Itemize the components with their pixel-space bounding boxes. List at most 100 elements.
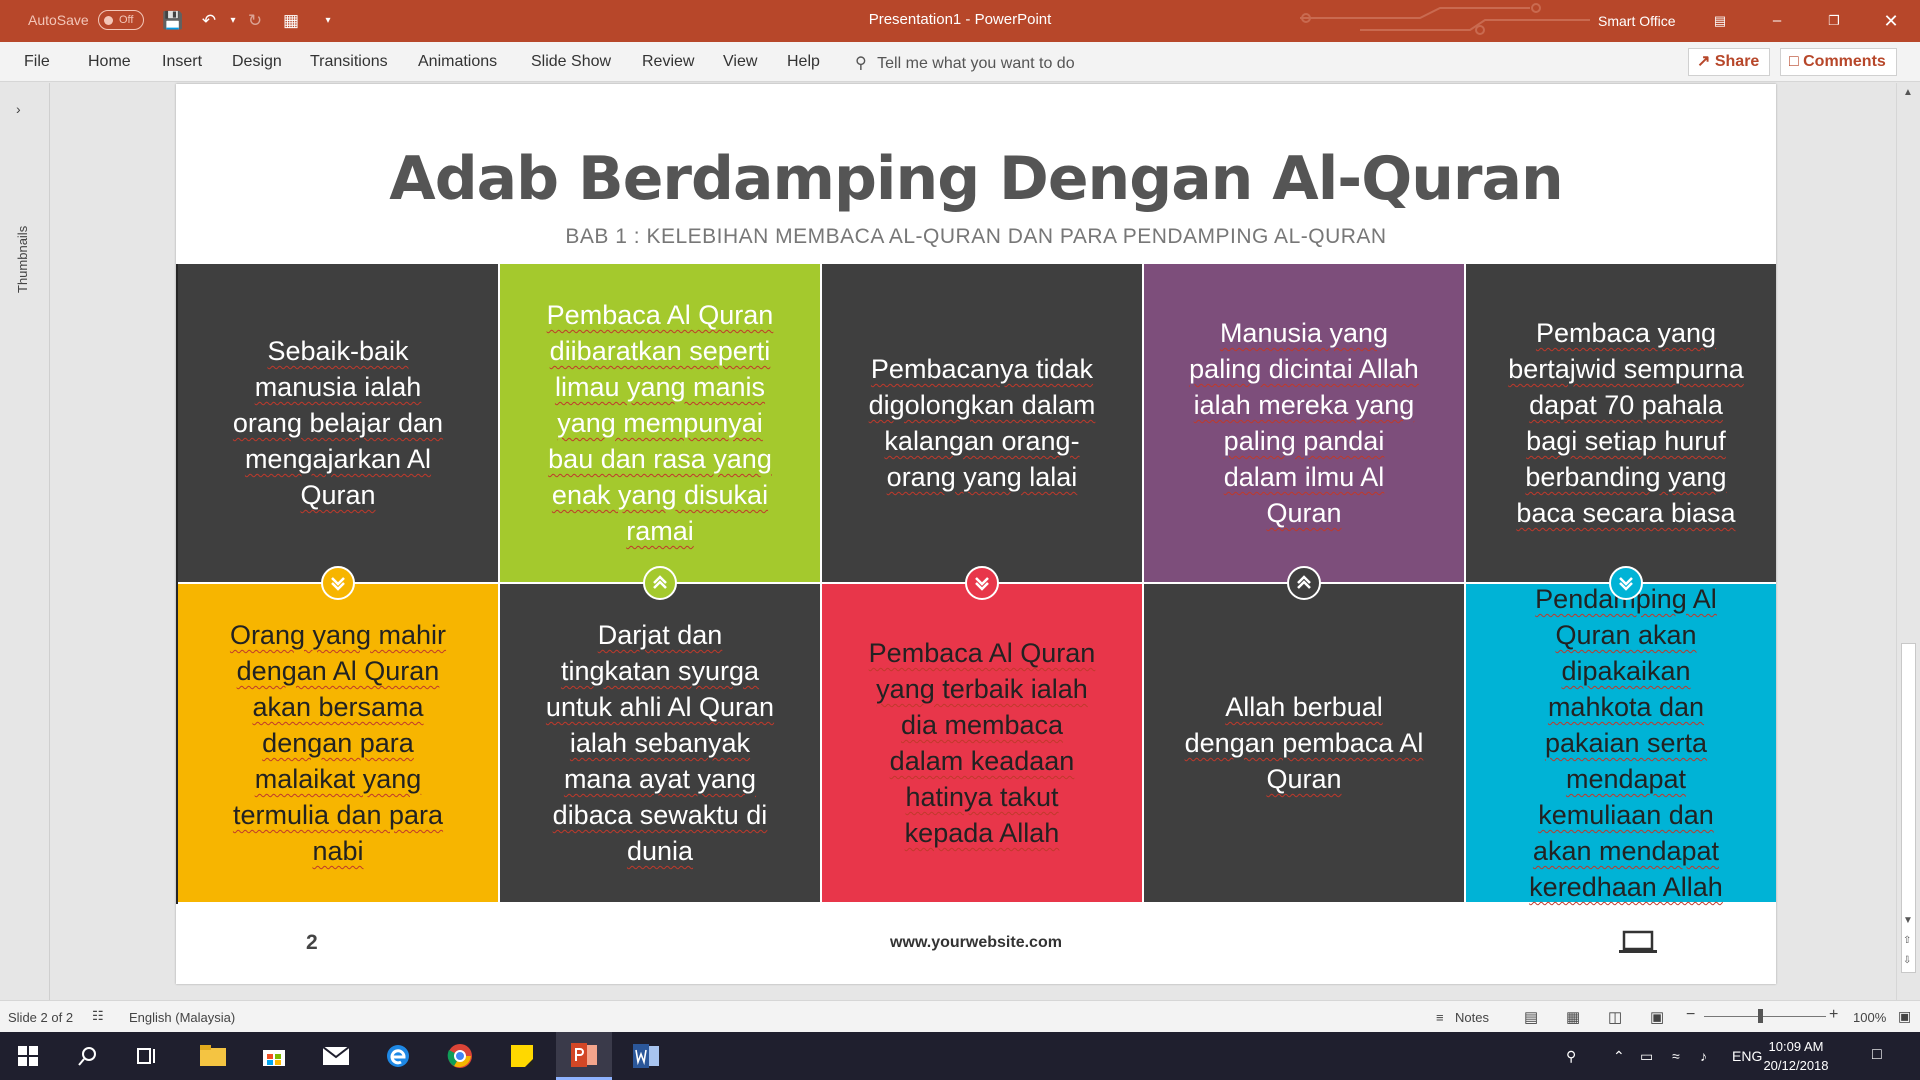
- sticky-notes-button[interactable]: [494, 1032, 550, 1080]
- share-button[interactable]: ↗ Share: [1688, 48, 1770, 76]
- restore-icon[interactable]: ❐: [1820, 8, 1848, 34]
- word-button[interactable]: [618, 1032, 674, 1080]
- tab-animations[interactable]: Animations: [418, 53, 497, 71]
- cell-text: Pembaca Al Quran yang terbaik ialah dia …: [868, 638, 1096, 848]
- people-icon[interactable]: ⚲: [1566, 1048, 1576, 1065]
- bottom-cell-1[interactable]: Orang yang mahir dengan Al Quran akan be…: [178, 584, 498, 902]
- powerpoint-icon: [571, 1042, 597, 1067]
- cell-text: Pembaca yang bertajwid sempurna dapat 70…: [1508, 318, 1744, 528]
- zoom-out-icon[interactable]: −: [1686, 1006, 1695, 1024]
- tab-help[interactable]: Help: [787, 53, 820, 71]
- user-name[interactable]: Smart Office: [1598, 13, 1676, 29]
- vertical-scrollbar[interactable]: ▲ ▼ ⇧ ⇩: [1896, 83, 1920, 1000]
- cell-text: Orang yang mahir dengan Al Quran akan be…: [229, 620, 447, 866]
- store-icon: [263, 1050, 285, 1066]
- task-view-button[interactable]: [120, 1032, 176, 1080]
- slide-title[interactable]: Adab Berdamping Dengan Al-Quran: [176, 144, 1776, 214]
- tab-review[interactable]: Review: [642, 53, 694, 71]
- windows-start-button[interactable]: [0, 1032, 56, 1080]
- battery-icon[interactable]: ▭: [1640, 1048, 1653, 1065]
- website-text: www.yourwebsite.com: [890, 934, 1062, 951]
- cell-text: Allah berbual dengan pembaca Al Quran: [1184, 692, 1424, 794]
- tab-design[interactable]: Design: [232, 53, 282, 71]
- show-hidden-icons[interactable]: ⌃: [1613, 1048, 1625, 1065]
- zoom-level[interactable]: 100%: [1853, 1010, 1886, 1025]
- expand-thumbnails-icon[interactable]: ›: [16, 101, 21, 117]
- slide-canvas[interactable]: Adab Berdamping Dengan Al-Quran BAB 1 : …: [176, 84, 1776, 984]
- powerpoint-button[interactable]: [556, 1032, 612, 1080]
- thumbnails-label: Thumbnails: [15, 225, 30, 293]
- minimize-icon[interactable]: –: [1763, 8, 1791, 34]
- tab-slide-show[interactable]: Slide Show: [531, 53, 611, 71]
- language-status[interactable]: English (Malaysia): [129, 1010, 235, 1025]
- bottom-cell-2[interactable]: Darjat dan tingkatan syurga untuk ahli A…: [500, 584, 820, 902]
- chrome-button[interactable]: [432, 1032, 488, 1080]
- tab-file[interactable]: File: [24, 53, 50, 71]
- scroll-up-icon[interactable]: ▲: [1903, 87, 1913, 98]
- windows-taskbar: ⚲ ⌃ ▭ ≈ ♪ ENG 10:09 AM 20/12/2018 □: [0, 1032, 1920, 1080]
- zoom-slider[interactable]: [1704, 1016, 1826, 1017]
- slide-subtitle[interactable]: BAB 1 : KELEBIHAN MEMBACA AL-QURAN DAN P…: [176, 225, 1776, 249]
- share-icon: ↗: [1697, 53, 1711, 70]
- clock[interactable]: 10:09 AM 20/12/2018: [1756, 1037, 1836, 1075]
- thumbnails-pane[interactable]: › Thumbnails: [0, 83, 50, 1000]
- ribbon-display-icon[interactable]: ▤: [1706, 8, 1734, 34]
- top-cell-3[interactable]: Pembacanya tidak digolongkan dalam kalan…: [822, 264, 1142, 582]
- top-cell-1[interactable]: Sebaik-baik manusia ialah orang belajar …: [178, 264, 498, 582]
- chevron-up-icon: [643, 566, 677, 600]
- previous-slide-icon[interactable]: ⇧: [1903, 935, 1911, 946]
- zoom-slider-knob[interactable]: [1758, 1009, 1763, 1023]
- bottom-cell-3[interactable]: Pembaca Al Quran yang terbaik ialah dia …: [822, 584, 1142, 902]
- next-slide-icon[interactable]: ⇩: [1903, 955, 1911, 966]
- bottom-cell-5[interactable]: Pendamping Al Quran akan dipakaikan mahk…: [1466, 584, 1776, 902]
- chevron-up-icon: [1287, 566, 1321, 600]
- mail-icon: [323, 1047, 349, 1065]
- zoom-in-icon[interactable]: +: [1829, 1006, 1838, 1024]
- reading-view-icon[interactable]: ◫: [1608, 1008, 1622, 1026]
- action-center-icon[interactable]: □: [1872, 1046, 1882, 1064]
- comments-button[interactable]: □ Comments: [1780, 48, 1897, 76]
- tab-home[interactable]: Home: [88, 53, 131, 71]
- tab-insert[interactable]: Insert: [162, 53, 202, 71]
- spelling-icon[interactable]: ☷: [92, 1008, 104, 1024]
- clock-date: 20/12/2018: [1763, 1058, 1829, 1073]
- normal-view-icon[interactable]: ▤: [1524, 1008, 1538, 1026]
- top-cell-4[interactable]: Manusia yang paling dicintai Allah ialah…: [1144, 264, 1464, 582]
- volume-icon[interactable]: ♪: [1700, 1048, 1707, 1064]
- slideshow-icon[interactable]: ▣: [1650, 1008, 1664, 1026]
- bottom-cell-4[interactable]: Allah berbual dengan pembaca Al Quran: [1144, 584, 1464, 902]
- notes-icon[interactable]: ≡: [1436, 1010, 1444, 1025]
- tab-transitions[interactable]: Transitions: [310, 53, 388, 71]
- cell-text: Manusia yang paling dicintai Allah ialah…: [1189, 318, 1419, 528]
- file-explorer-button[interactable]: [185, 1032, 241, 1080]
- edge-button[interactable]: [370, 1032, 426, 1080]
- status-bar: Slide 2 of 2 ☷ English (Malaysia) ≡ Note…: [0, 1000, 1920, 1032]
- wifi-icon[interactable]: ≈: [1672, 1048, 1680, 1064]
- slide-sorter-icon[interactable]: ▦: [1566, 1008, 1580, 1026]
- mail-button[interactable]: [308, 1032, 364, 1080]
- clock-time: 10:09 AM: [1768, 1039, 1824, 1054]
- notes-button[interactable]: Notes: [1455, 1010, 1489, 1025]
- tell-me-box[interactable]: ⚲ Tell me what you want to do: [855, 53, 1075, 73]
- store-button[interactable]: [246, 1032, 302, 1080]
- tab-view[interactable]: View: [723, 53, 757, 71]
- top-cell-2[interactable]: Pembaca Al Quran diibaratkan seperti lim…: [500, 264, 820, 582]
- top-cell-5[interactable]: Pembaca yang bertajwid sempurna dapat 70…: [1466, 264, 1776, 582]
- chevron-down-icon: [1609, 566, 1643, 600]
- fit-slide-icon[interactable]: ▣: [1898, 1008, 1911, 1025]
- cell-text: Pendamping Al Quran akan dipakaikan mahk…: [1529, 584, 1723, 902]
- scroll-down-icon[interactable]: ▼: [1903, 915, 1913, 926]
- cell-text: Pembaca Al Quran diibaratkan seperti lim…: [546, 300, 774, 546]
- search-taskbar-button[interactable]: [60, 1032, 116, 1080]
- chevron-down-icon: [965, 566, 999, 600]
- folder-icon: [200, 1045, 226, 1066]
- close-icon[interactable]: ✕: [1877, 8, 1905, 34]
- circuit-decoration: [1300, 3, 1590, 35]
- windows-logo-icon: [18, 1046, 38, 1066]
- sticky-note-icon: [511, 1045, 533, 1067]
- ribbon-tabs: File Home Insert Design Transitions Anim…: [0, 42, 1920, 82]
- cell-text: Darjat dan tingkatan syurga untuk ahli A…: [545, 620, 775, 866]
- word-icon: [633, 1044, 659, 1068]
- laptop-icon: [1619, 930, 1657, 953]
- title-bar: AutoSave Off 💾 ↶ ▾ ↻ ▦ ▾ Presentation1 -…: [0, 0, 1920, 42]
